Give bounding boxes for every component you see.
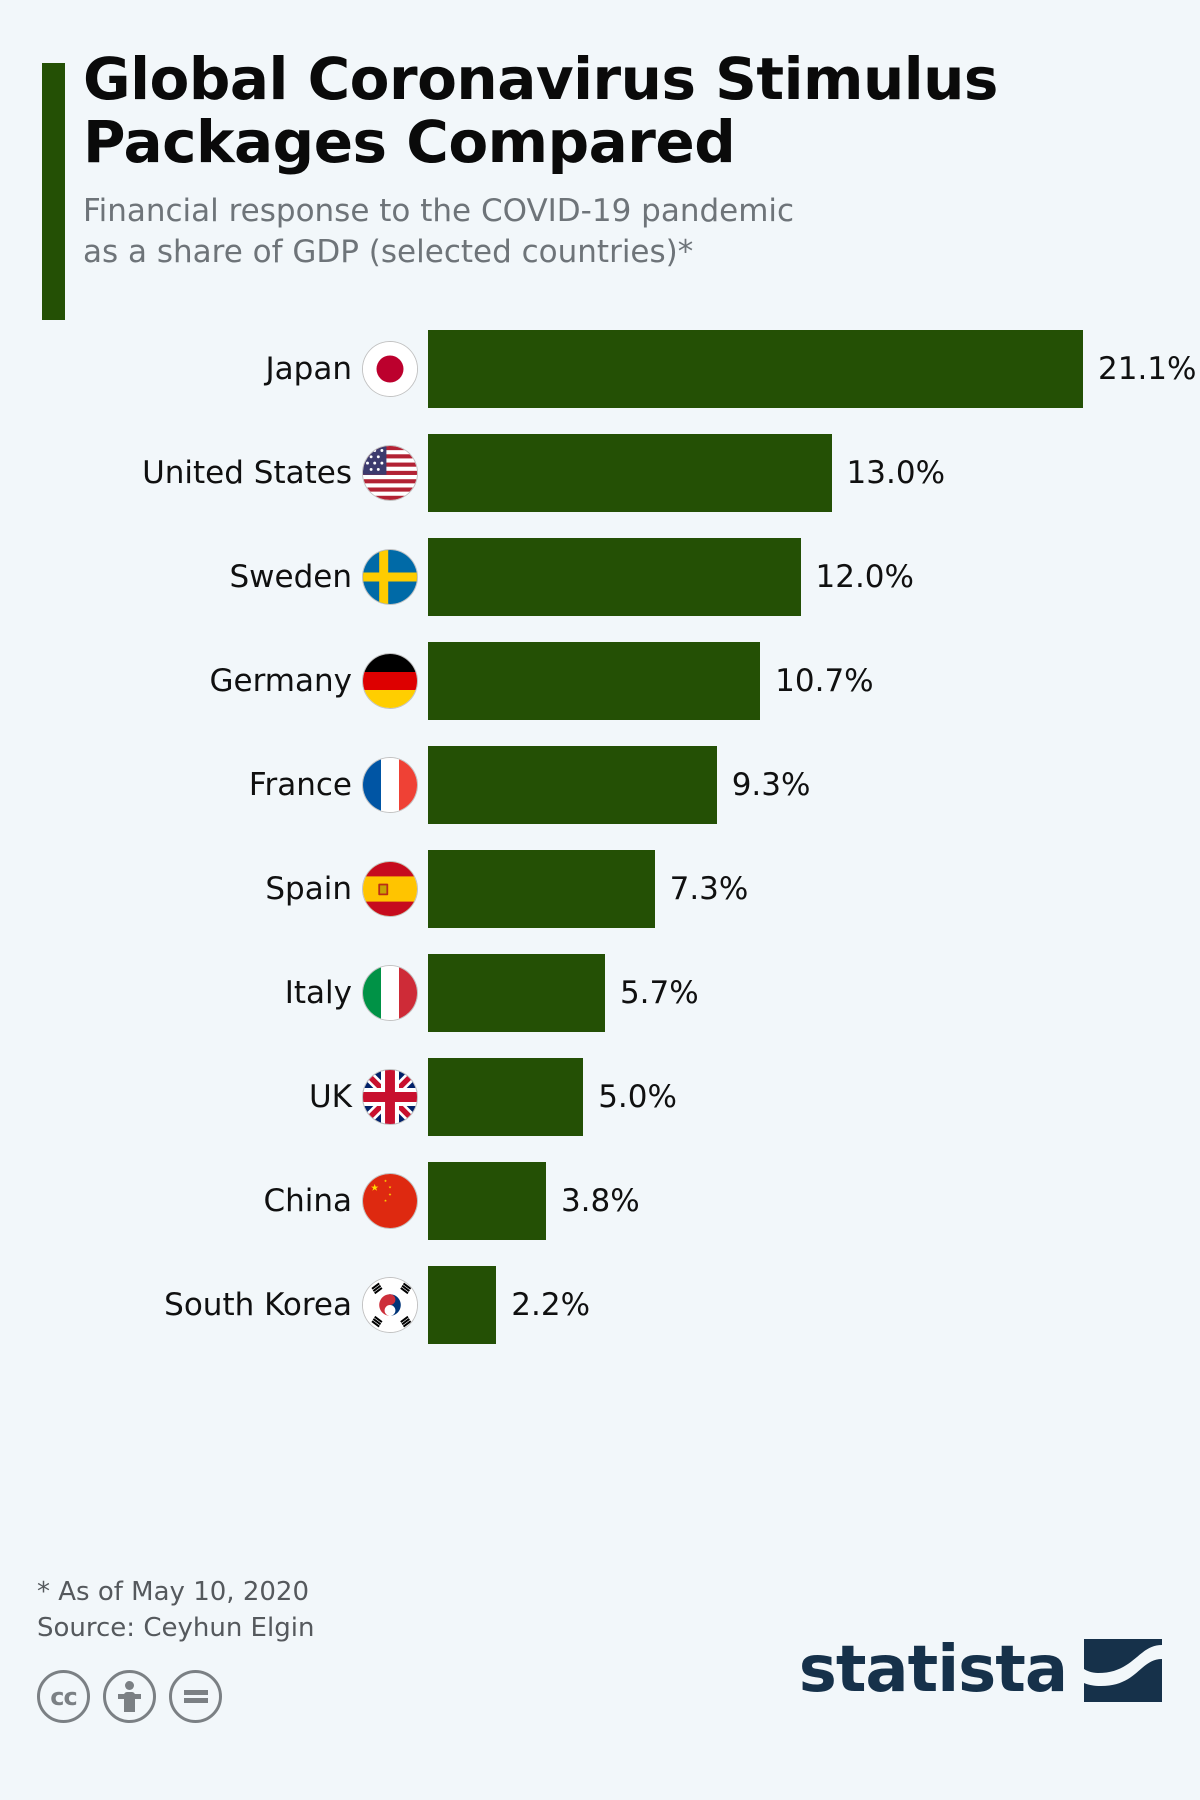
cc-equals-glyph [183,1687,208,1706]
creative-commons-icons: cc [37,1670,222,1723]
chart-row: Sweden 12.0% [0,538,1200,616]
value-label: 21.1% [1098,350,1197,387]
country-label: South Korea [164,1286,352,1323]
cc-icon: cc [37,1670,90,1723]
cc-person-glyph [118,1681,141,1712]
value-label: 12.0% [815,558,914,595]
value-label: 10.7% [775,662,874,699]
cc-icon-label: cc [50,1682,77,1711]
country-label: France [248,766,352,803]
value-bar [428,850,655,928]
footnote-asof: * As of May 10, 2020 [37,1577,309,1607]
country-label: Sweden [229,558,352,595]
footnote-source: Source: Ceyhun Elgin [37,1612,315,1643]
chart-row: France 9.3% [0,746,1200,824]
title-accent-bar [42,63,65,320]
statista-logo: statista [799,1638,1162,1702]
statista-logo-mark [1084,1638,1162,1702]
value-bar [428,1058,584,1136]
page-subtitle: Financial response to the COVID-19 pande… [83,191,1143,273]
value-label: 9.3% [731,766,811,803]
page-title-line-1: Global Coronavirus Stimulus [83,45,998,113]
page-title-line-2: Packages Compared [83,107,736,176]
chart-row: China 3.8% [0,1162,1200,1240]
country-label: Germany [209,662,352,699]
cc-person-body [118,1692,141,1712]
chart-row: UK 5.0% [0,1058,1200,1136]
value-bar [428,538,801,616]
flag-france-icon [362,757,418,813]
header: Global Coronavirus Stimulus Packages Com… [0,0,1200,330]
chart-row: Spain 7.3% [0,850,1200,928]
value-bar [428,330,1083,408]
cc-equals-bar-top [183,1690,208,1695]
flag-united-states-icon [362,445,418,501]
value-bar [428,746,717,824]
cc-equals-bar-bottom [183,1698,208,1703]
value-bar [428,1266,497,1344]
flag-germany-icon [362,653,418,709]
page-title: Global Coronavirus Stimulus Packages Com… [83,48,1143,173]
value-label: 7.3% [669,870,749,907]
title-block: Global Coronavirus Stimulus Packages Com… [83,48,1143,273]
country-label: United States [142,454,352,491]
flag-sweden-icon [362,549,418,605]
value-label: 13.0% [846,454,946,491]
chart-row: Japan 21.1% [0,330,1200,408]
country-label: Spain [265,870,352,907]
value-bar [428,434,832,512]
cc-by-attribution-icon [103,1670,156,1723]
flag-japan-icon [362,341,418,397]
footer: * As of May 10, 2020 Source: Ceyhun Elgi… [0,1560,1200,1800]
chart-row: Italy 5.7% [0,954,1200,1032]
chart-row: United States 13.0% [0,434,1200,512]
cc-nd-equals-icon [169,1670,222,1723]
country-label: Italy [284,974,352,1011]
page-subtitle-line-2: as a share of GDP (selected countries)* [83,234,694,271]
bar-chart: Japan 21.1% United States 13.0% Sweden 12.0%… [0,330,1200,1550]
flag-italy-icon [362,965,418,1021]
flag-uk-icon [362,1069,418,1125]
value-label: 5.7% [619,974,699,1011]
flag-spain-icon [362,861,418,917]
footnote: * As of May 10, 2020 Source: Ceyhun Elgi… [37,1575,314,1647]
value-bar [428,954,605,1032]
value-label: 3.8% [560,1182,640,1219]
chart-row: South Korea 2.2% [0,1266,1200,1344]
chart-row: Germany 10.7% [0,642,1200,720]
value-bar [428,642,761,720]
cc-person-head [125,1681,134,1690]
flag-china-icon [362,1173,418,1229]
country-label: UK [308,1078,352,1115]
page-subtitle-line-1: Financial response to the COVID-19 pande… [83,193,795,230]
value-label: 2.2% [511,1286,591,1323]
country-label: Japan [265,350,352,387]
country-label: China [263,1182,352,1219]
statista-wordmark: statista [798,1633,1068,1707]
value-bar [428,1162,546,1240]
flag-south-korea-icon [362,1277,418,1333]
value-label: 5.0% [598,1078,677,1115]
